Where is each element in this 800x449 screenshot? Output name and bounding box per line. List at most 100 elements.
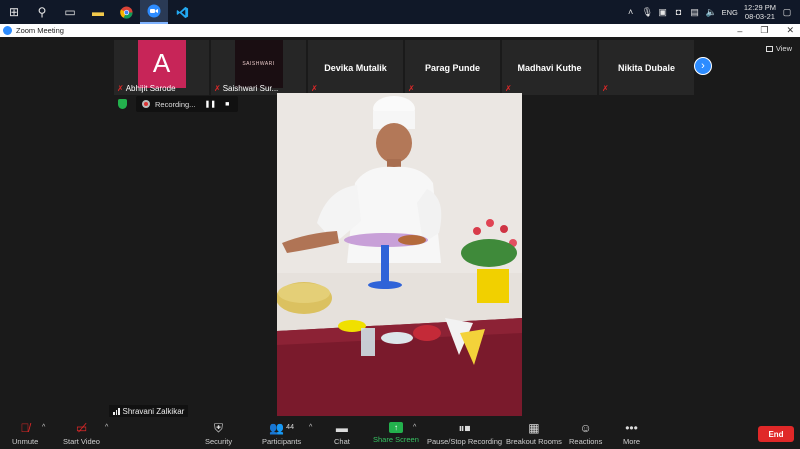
zoom-taskbar-icon[interactable] (140, 0, 168, 24)
signal-bars-icon (113, 407, 120, 415)
volume-icon[interactable]: 🔈 (706, 7, 717, 18)
participants-button[interactable]: 👥 44 Participants (262, 421, 301, 446)
participants-label: Participants (262, 437, 302, 446)
restore-icon[interactable]: ❐ (760, 25, 768, 36)
participant-tile-saishwari[interactable]: SAISHWARI ✗ Saishwari Sur... (211, 39, 306, 95)
reactions-icon: ☺ (579, 421, 592, 435)
participant-tile-nikita[interactable]: Nikita Dubale ✗ (599, 40, 694, 95)
share-screen-button[interactable]: ↑ Share Screen (373, 421, 419, 444)
view-label: View (775, 44, 792, 53)
participant-label: ✗ (505, 84, 512, 93)
breakout-rooms-label: Breakout Rooms (506, 437, 562, 446)
reactions-button[interactable]: ☺ Reactions (569, 421, 602, 446)
avatar: A (137, 39, 186, 88)
more-icon: ••• (625, 421, 638, 435)
more-label: More (623, 437, 641, 446)
participants-count: 44 (286, 424, 294, 431)
participant-label: ✗ (311, 84, 318, 93)
participant-label: ✗ Saishwari Sur... (214, 84, 278, 93)
muted-mic-icon: ✗ (311, 84, 318, 93)
clock-time: 12:29 PM (743, 3, 776, 12)
breakout-rooms-icon: ▦ (528, 421, 540, 435)
participant-name: Saishwari Sur... (222, 84, 279, 93)
zoom-tray-icon[interactable]: ▣ (658, 7, 668, 18)
participant-name: Nikita Dubale (617, 62, 675, 73)
pause-recording-icon[interactable]: ❚❚ (204, 100, 216, 108)
end-meeting-button[interactable]: End (758, 426, 794, 442)
chrome-icon[interactable] (112, 0, 140, 24)
participants-caret-icon[interactable]: ^ (309, 424, 312, 431)
taskbar-clock[interactable]: 12:29 PM 08-03-21 (744, 3, 776, 21)
notification-icon[interactable]: ▢ (782, 7, 792, 18)
meeting-toolbar: 🎙̸ Unmute ^ ▭̸ Start Video ^ ⛨ Security … (0, 418, 800, 449)
start-video-label: Start Video (63, 437, 100, 446)
unmute-button[interactable]: 🎙̸ Unmute (12, 421, 38, 446)
windows-start-icon[interactable]: ⊞ (0, 0, 28, 24)
muted-mic-icon: ✗ (408, 84, 415, 93)
stop-recording-icon[interactable]: ■ (225, 101, 229, 108)
muted-mic-icon: ✗ (214, 84, 221, 93)
chat-label: Chat (334, 437, 350, 446)
share-screen-icon: ↑ (388, 422, 403, 433)
pause-stop-recording-button[interactable]: ⏸⏹ Pause/Stop Recording (427, 421, 502, 446)
participant-name: Devika Mutalik (324, 62, 387, 73)
file-explorer-icon[interactable]: ▬ (84, 0, 112, 24)
participant-tile-devika[interactable]: Devika Mutalik ✗ (308, 40, 403, 95)
video-options-caret-icon[interactable]: ^ (105, 424, 108, 431)
participant-tile-madhavi[interactable]: Madhavi Kuthe ✗ (502, 40, 597, 95)
video-frame (277, 93, 522, 416)
minimize-icon[interactable]: – (737, 26, 742, 36)
microphone-icon[interactable]: 🎙 (642, 7, 653, 18)
start-video-button[interactable]: ▭̸ Start Video (63, 421, 100, 446)
close-icon[interactable]: ✕ (786, 25, 794, 36)
clock-date: 08-03-21 (744, 12, 775, 21)
window-titlebar: Zoom Meeting – ❐ ✕ (0, 24, 800, 37)
share-options-caret-icon[interactable]: ^ (413, 424, 416, 431)
video-off-icon: ▭̸ (75, 421, 88, 435)
participant-tile-parag[interactable]: Parag Punde ✗ (405, 40, 500, 95)
recording-indicator: Recording... ❚❚ ■ (136, 96, 238, 112)
share-screen-label: Share Screen (373, 435, 419, 444)
muted-mic-icon: ✗ (602, 84, 609, 93)
participant-name: Madhavi Kuthe (517, 62, 582, 73)
task-view-icon[interactable]: ▭ (56, 0, 84, 24)
breakout-rooms-button[interactable]: ▦ Breakout Rooms (506, 421, 562, 446)
shield-icon: ⛨ (214, 421, 224, 435)
window-title: Zoom Meeting (16, 26, 64, 35)
active-speaker-label: Shravani Zalkikar (109, 405, 189, 417)
windows-taskbar: ⊞ ⚲ ▭ ▬ ˄ 🎙 ▣ ◘ ▤ 🔈 ENG 12:29 PM 08-03-2… (0, 0, 800, 24)
zoom-logo-icon (3, 26, 12, 35)
recording-label: Recording... (155, 99, 196, 109)
pause-stop-icon: ⏸⏹ (458, 421, 471, 435)
security-button[interactable]: ⛨ Security (205, 421, 232, 446)
chevron-up-icon[interactable]: ˄ (626, 7, 636, 17)
language-indicator[interactable]: ENG (722, 8, 738, 17)
avatar: SAISHWARI (234, 39, 283, 88)
active-speaker-video (277, 93, 522, 416)
chevron-right-icon: › (701, 60, 705, 72)
muted-mic-icon: ✗ (117, 84, 124, 93)
participant-tile-abhijit[interactable]: A ✗ Abhijit Sarode (114, 39, 209, 95)
participants-icon: 👥 44 (269, 421, 294, 435)
more-button[interactable]: ••• More (623, 421, 640, 446)
muted-mic-icon: ✗ (505, 84, 512, 93)
reactions-label: Reactions (569, 437, 603, 446)
next-page-button[interactable]: › (694, 57, 712, 75)
audio-options-caret-icon[interactable]: ^ (42, 424, 45, 431)
shield-tray-icon[interactable]: ◘ (674, 7, 684, 17)
participant-name: Abhijit Sarode (125, 84, 176, 93)
participant-label: ✗ Abhijit Sarode (117, 84, 176, 93)
network-icon[interactable]: ▤ (690, 7, 700, 18)
security-shield-icon[interactable] (118, 99, 127, 109)
view-button[interactable]: View (765, 44, 792, 53)
participant-strip: A ✗ Abhijit Sarode SAISHWARI ✗ Saishwari… (114, 39, 700, 95)
system-tray: ˄ 🎙 ▣ ◘ ▤ 🔈 ENG 12:29 PM 08-03-21 ▢ (626, 0, 800, 24)
grid-icon (765, 45, 773, 52)
vscode-icon[interactable] (168, 0, 196, 24)
pause-stop-recording-label: Pause/Stop Recording (427, 437, 503, 446)
search-icon[interactable]: ⚲ (28, 0, 56, 24)
chat-icon: ▬ (335, 421, 348, 435)
chat-button[interactable]: ▬ Chat (334, 421, 350, 446)
participant-label: ✗ (602, 84, 609, 93)
participant-name: Parag Punde (424, 62, 480, 73)
